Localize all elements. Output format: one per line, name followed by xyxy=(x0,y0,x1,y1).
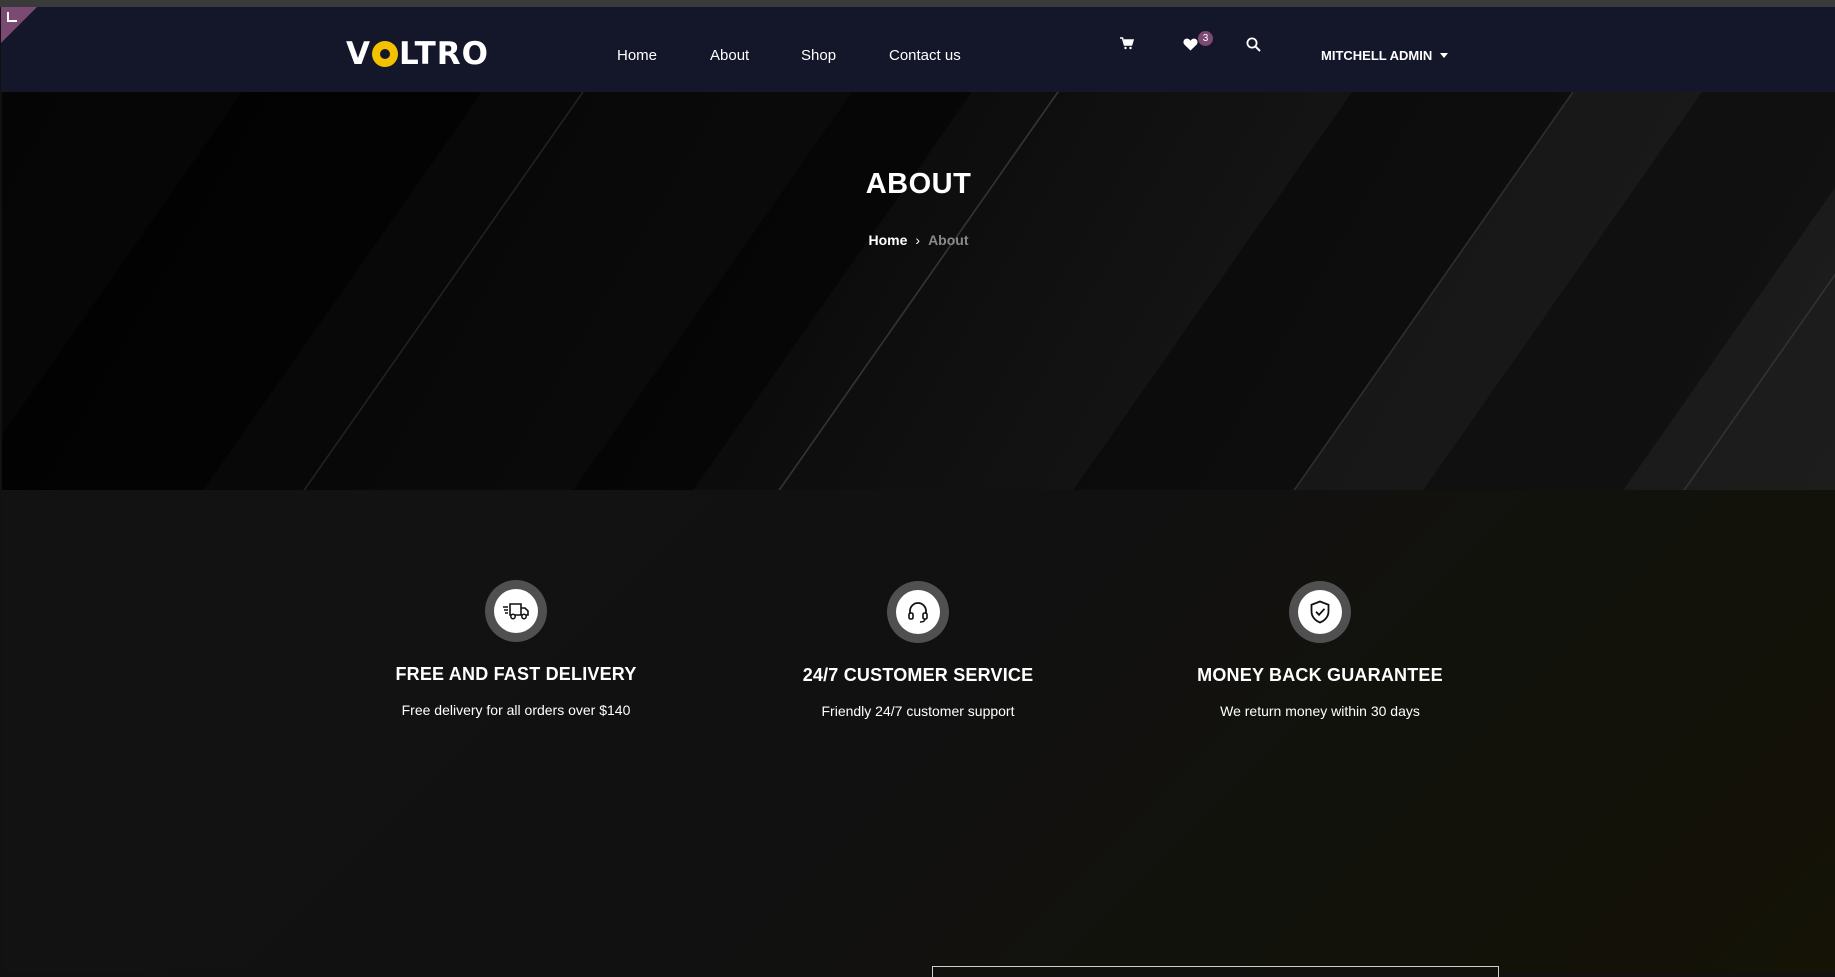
logo-text-start: V xyxy=(346,36,371,72)
feature-title: FREE AND FAST DELIVERY xyxy=(395,664,637,684)
page-title: ABOUT xyxy=(865,168,972,200)
site-header: V LTRO Home About Shop Contact us 3 MITCH… xyxy=(1,7,1835,92)
chevron-down-icon xyxy=(1440,53,1449,58)
chevron-right-icon: › xyxy=(915,232,921,248)
feature-guarantee: MONEY BACK GUARANTEE We return money wit… xyxy=(1120,581,1520,719)
breadcrumb: Home › About xyxy=(2,232,1835,248)
user-name: MITCHELL ADMIN xyxy=(1321,48,1433,63)
corner-toggle-icon xyxy=(7,12,17,22)
cart-icon[interactable] xyxy=(1120,37,1135,55)
heart-icon[interactable] xyxy=(1183,38,1198,56)
nav-shop[interactable]: Shop xyxy=(801,47,836,64)
feature-support: 24/7 CUSTOMER SERVICE Friendly 24/7 cust… xyxy=(718,581,1118,719)
breadcrumb-home[interactable]: Home xyxy=(868,232,907,248)
banner-stripe xyxy=(2,92,622,490)
delivery-truck-icon xyxy=(503,603,529,620)
content-card-edge xyxy=(932,966,1499,977)
feature-text: Friendly 24/7 customer support xyxy=(821,703,1015,719)
search-icon[interactable] xyxy=(1246,37,1261,57)
user-menu[interactable]: MITCHELL ADMIN xyxy=(1321,48,1449,63)
nav-about[interactable]: About xyxy=(710,47,749,64)
wishlist-count-badge: 3 xyxy=(1198,31,1213,46)
headset-icon xyxy=(908,602,928,623)
feature-delivery: FREE AND FAST DELIVERY Free delivery for… xyxy=(316,580,716,718)
breadcrumb-current: About xyxy=(928,232,969,248)
feature-text: Free delivery for all orders over $140 xyxy=(401,702,631,718)
nav-home[interactable]: Home xyxy=(617,47,657,64)
features-section: FREE AND FAST DELIVERY Free delivery for… xyxy=(2,490,1835,973)
feature-icon-circle xyxy=(485,580,547,642)
feature-icon-circle xyxy=(1289,581,1351,643)
shield-check-icon xyxy=(1310,600,1330,624)
logo-ring-icon xyxy=(372,41,398,67)
feature-icon-circle xyxy=(887,581,949,643)
banner-stripe xyxy=(361,92,1112,490)
page-banner: ABOUT Home › About xyxy=(2,92,1835,490)
logo-text-end: LTRO xyxy=(399,36,489,72)
feature-text: We return money within 30 days xyxy=(1220,703,1420,719)
brand-logo[interactable]: V LTRO xyxy=(346,34,489,74)
feature-title: MONEY BACK GUARANTEE xyxy=(1197,665,1443,685)
nav-contact[interactable]: Contact us xyxy=(889,47,961,64)
feature-title: 24/7 CUSTOMER SERVICE xyxy=(802,665,1034,685)
window-top-bar xyxy=(0,0,1835,7)
